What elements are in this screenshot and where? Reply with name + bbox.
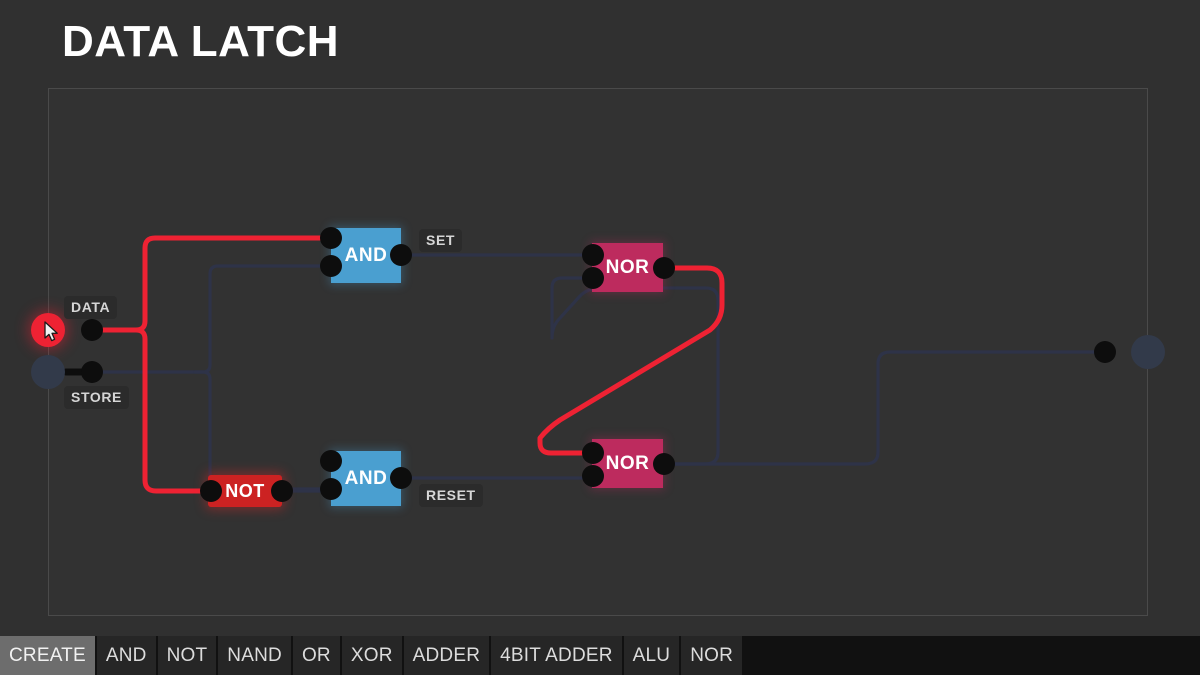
and-gate-reset-label: AND	[344, 467, 388, 489]
bottom-toolbar: CREATE AND NOT NAND OR XOR ADDER 4BIT AD…	[0, 636, 1200, 675]
and-gate-reset-input-2[interactable]	[320, 478, 342, 500]
and-gate-set-label: AND	[344, 244, 388, 266]
nor-gate-bottom-label: NOR	[605, 452, 650, 474]
circuit-canvas[interactable]	[48, 88, 1148, 616]
and-gate-reset-input-1[interactable]	[320, 450, 342, 472]
nor-gate-top-input-2[interactable]	[582, 267, 604, 289]
nor-gate-top-label: NOR	[605, 256, 650, 278]
toolbar-button-create[interactable]: CREATE	[0, 636, 95, 675]
store-input-label: STORE	[64, 386, 129, 409]
not-gate-label: NOT	[225, 480, 265, 501]
and-gate-set-input-2[interactable]	[320, 255, 342, 277]
toolbar-button-4bit-adder[interactable]: 4BIT ADDER	[491, 636, 622, 675]
and-gate-set-input-1[interactable]	[320, 227, 342, 249]
data-input-label: DATA	[64, 296, 118, 319]
page-title: DATA LATCH	[62, 17, 340, 66]
reset-wire-label: RESET	[419, 484, 483, 507]
store-input-node[interactable]	[31, 355, 65, 389]
nor-gate-top-output[interactable]	[653, 257, 675, 279]
not-gate-output[interactable]	[271, 480, 293, 502]
and-gate-set-output[interactable]	[390, 244, 412, 266]
q-output-pin[interactable]	[1094, 341, 1116, 363]
toolbar-button-alu[interactable]: ALU	[623, 636, 680, 675]
store-input-pin[interactable]	[81, 361, 103, 383]
data-input-pin[interactable]	[81, 319, 103, 341]
toolbar-button-xor[interactable]: XOR	[341, 636, 402, 675]
toolbar-button-nor[interactable]: NOR	[681, 636, 743, 675]
toolbar-button-not[interactable]: NOT	[157, 636, 217, 675]
and-gate-reset-output[interactable]	[390, 467, 412, 489]
not-gate-input[interactable]	[200, 480, 222, 502]
toolbar-button-and[interactable]: AND	[96, 636, 156, 675]
toolbar-button-adder[interactable]: ADDER	[403, 636, 490, 675]
app-root: DATA LATCH AND AND NOT NOR NOR DATA STOR…	[0, 0, 1200, 675]
nor-gate-bottom-output[interactable]	[653, 453, 675, 475]
nor-gate-top-input-1[interactable]	[582, 244, 604, 266]
nor-gate-bottom-input-1[interactable]	[582, 442, 604, 464]
q-output-node[interactable]	[1131, 335, 1165, 369]
set-wire-label: SET	[419, 229, 463, 252]
nor-gate-bottom-input-2[interactable]	[582, 465, 604, 487]
data-input-node[interactable]	[31, 313, 65, 347]
toolbar-button-nand[interactable]: NAND	[218, 636, 291, 675]
toolbar-button-or[interactable]: OR	[292, 636, 340, 675]
